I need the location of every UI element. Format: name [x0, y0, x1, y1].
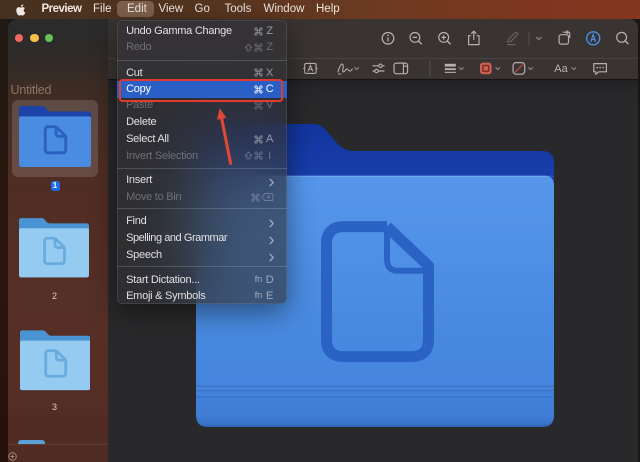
svg-text:Aa: Aa [554, 63, 568, 75]
